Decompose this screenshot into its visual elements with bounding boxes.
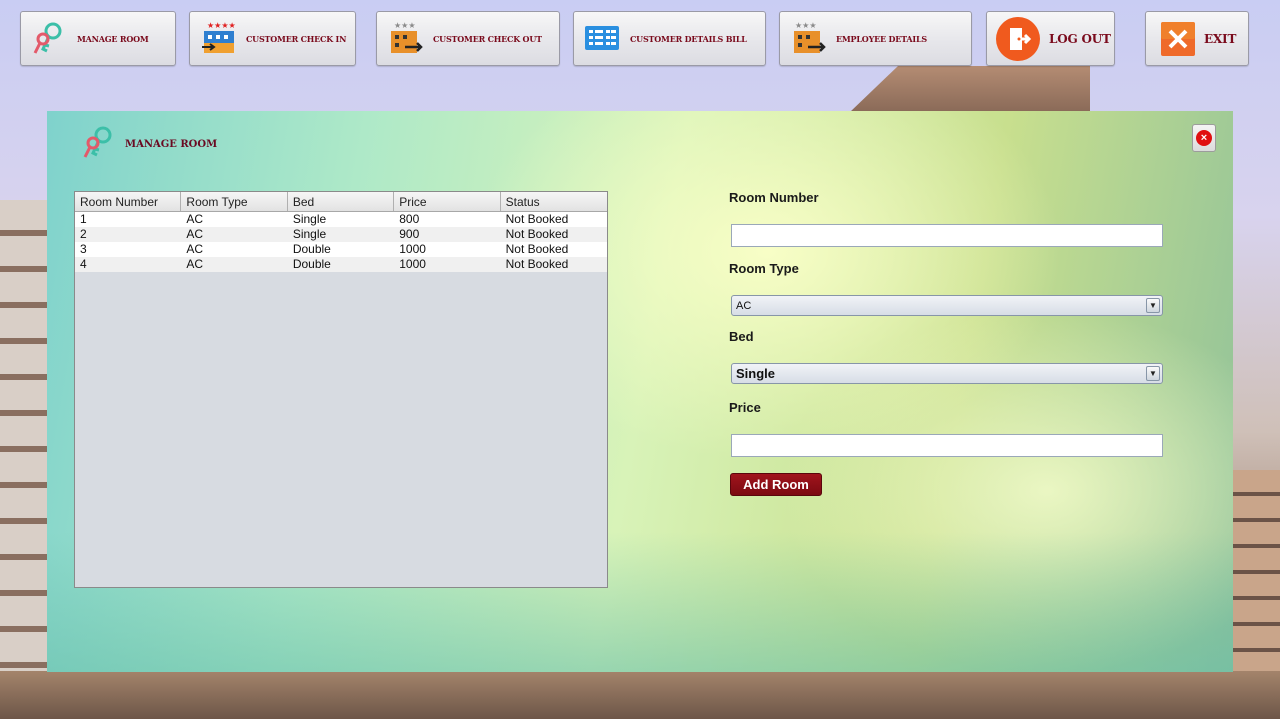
table-row[interactable]: 3 AC Double 1000 Not Booked: [75, 242, 607, 257]
cell-status: Not Booked: [505, 227, 569, 241]
panel-header: MANAGE ROOM: [79, 123, 217, 165]
cell-price: 1000: [399, 257, 426, 271]
column-header-status[interactable]: Status: [501, 192, 607, 211]
table-row[interactable]: 2 AC Single 900 Not Booked: [75, 227, 607, 242]
column-header-room-type[interactable]: Room Type: [181, 192, 288, 211]
room-number-label: Room Number: [729, 190, 819, 205]
bed-select[interactable]: Single ▼: [731, 363, 1163, 384]
customer-details-bill-label: CUSTOMER DETAILS BILL: [630, 33, 747, 44]
add-room-button[interactable]: Add Room: [730, 473, 822, 496]
cell-room-number: 3: [80, 242, 87, 256]
svg-text:★★★★: ★★★★: [207, 21, 236, 30]
cell-status: Not Booked: [505, 257, 569, 271]
svg-text:★★★: ★★★: [394, 21, 416, 30]
cell-bed: Single: [292, 212, 327, 226]
customer-check-in-label: CUSTOMER CHECK IN: [246, 33, 347, 44]
cell-room-number: 4: [80, 257, 87, 271]
table-row[interactable]: 4 AC Double 1000 Not Booked: [75, 257, 607, 272]
manage-room-button[interactable]: MANAGE ROOM: [20, 11, 176, 66]
cell-status: Not Booked: [505, 212, 569, 226]
room-type-label: Room Type: [729, 261, 799, 276]
log-out-button[interactable]: LOG OUT: [986, 11, 1115, 66]
panel-title: MANAGE ROOM: [125, 138, 218, 150]
cell-bed: Single: [292, 227, 327, 241]
cell-room-number: 1: [80, 212, 87, 226]
cell-price: 800: [399, 212, 420, 226]
cell-room-type: AC: [186, 242, 204, 256]
customer-details-bill-button[interactable]: CUSTOMER DETAILS BILL: [573, 11, 766, 66]
key-icon: [79, 123, 119, 165]
close-panel-button[interactable]: ×: [1192, 124, 1216, 152]
manage-room-label: MANAGE ROOM: [77, 33, 149, 44]
cell-room-type: AC: [186, 212, 204, 226]
svg-text:★★★: ★★★: [795, 21, 817, 30]
exit-icon: [1160, 21, 1196, 57]
cell-bed: Double: [292, 242, 331, 256]
manage-room-panel: MANAGE ROOM × Room Number Room Type Bed …: [47, 111, 1233, 672]
bed-label: Bed: [729, 329, 754, 344]
cell-status: Not Booked: [505, 242, 569, 256]
employee-details-label: EMPLOYEE DETAILS: [836, 33, 927, 44]
cell-bed: Double: [292, 257, 331, 271]
room-type-select[interactable]: AC ▼: [731, 295, 1163, 316]
price-label: Price: [729, 400, 761, 415]
hotel-checkout-icon: ★★★: [385, 19, 425, 59]
cell-room-number: 2: [80, 227, 87, 241]
column-header-room-number[interactable]: Room Number: [75, 192, 182, 211]
column-header-bed[interactable]: Bed: [288, 192, 395, 211]
exit-button[interactable]: EXIT: [1145, 11, 1249, 66]
cell-price: 1000: [399, 242, 426, 256]
column-header-price[interactable]: Price: [394, 192, 501, 211]
cell-room-type: AC: [186, 257, 204, 271]
chevron-down-icon[interactable]: ▼: [1146, 366, 1160, 381]
employee-details-button[interactable]: ★★★ EMPLOYEE DETAILS: [779, 11, 972, 66]
table-row[interactable]: 1 AC Single 800 Not Booked: [75, 212, 607, 227]
rooms-table[interactable]: Room Number Room Type Bed Price Status 1…: [74, 191, 608, 588]
cell-room-type: AC: [186, 227, 204, 241]
key-icon: [29, 19, 69, 59]
room-type-value: AC: [736, 299, 752, 312]
cell-price: 900: [399, 227, 420, 241]
customer-check-out-label: CUSTOMER CHECK OUT: [433, 33, 542, 44]
list-icon: [582, 19, 622, 59]
logout-icon: [995, 16, 1041, 62]
hotel-employee-icon: ★★★: [788, 19, 828, 59]
exit-label: EXIT: [1204, 31, 1237, 46]
hotel-checkin-icon: ★★★★: [198, 19, 238, 59]
customer-check-out-button[interactable]: ★★★ CUSTOMER CHECK OUT: [376, 11, 560, 66]
log-out-label: LOG OUT: [1049, 31, 1111, 46]
room-number-input[interactable]: [731, 224, 1163, 247]
background-ground: [0, 671, 1280, 719]
background-roof: [850, 66, 1090, 112]
chevron-down-icon[interactable]: ▼: [1146, 298, 1160, 313]
customer-check-in-button[interactable]: ★★★★ CUSTOMER CHECK IN: [189, 11, 356, 66]
table-header: Room Number Room Type Bed Price Status: [75, 192, 607, 212]
price-input[interactable]: [731, 434, 1163, 457]
close-icon: ×: [1196, 130, 1212, 146]
bed-value: Single: [736, 366, 776, 381]
